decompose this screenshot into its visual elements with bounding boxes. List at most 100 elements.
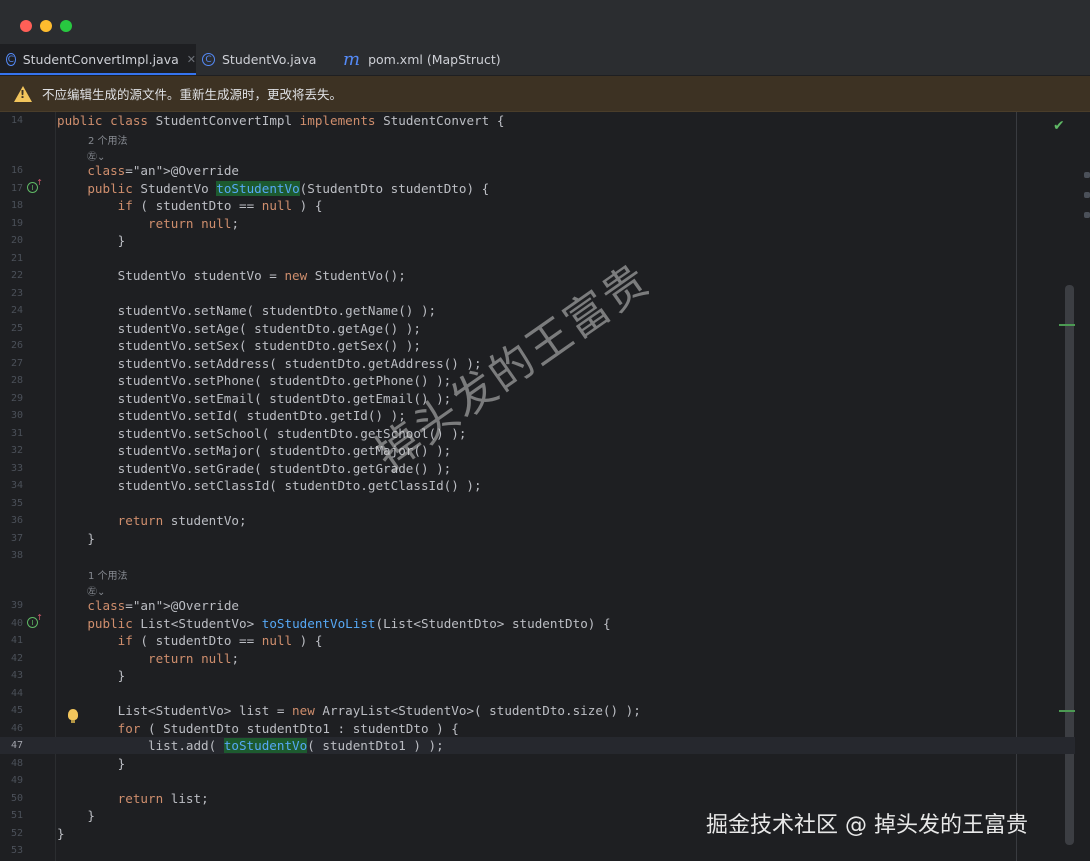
code-text[interactable]: return null; [57,215,239,232]
code-line[interactable]: 32 studentVo.setMajor( studentDto.getMaj… [0,442,1075,459]
code-text[interactable]: List<StudentVo> list = new ArrayList<Stu… [57,702,641,719]
code-line[interactable]: 49 [0,772,1075,789]
code-line[interactable]: 18 if ( studentDto == null ) { [0,197,1075,214]
side-tool-icon[interactable] [1084,212,1090,218]
code-line[interactable]: 34 studentVo.setClassId( studentDto.getC… [0,477,1075,494]
code-text[interactable]: studentVo.setId( studentDto.getId() ); [57,407,406,424]
line-number: 44 [10,687,23,699]
tab-student-convert-impl[interactable]: C StudentConvertImpl.java ✕ [0,44,196,75]
code-line[interactable]: 38 [0,547,1075,564]
code-line[interactable]: 31 studentVo.setSchool( studentDto.getSc… [0,425,1075,442]
code-line[interactable]: 42 return null; [0,650,1075,667]
usages-hint[interactable]: 1 个用法 [88,567,128,582]
close-window-button[interactable] [20,20,32,32]
code-text[interactable]: studentVo.setEmail( studentDto.getEmail(… [57,390,452,407]
tab-pom-xml[interactable]: m pom.xml (MapStruct) [343,44,501,75]
line-number: 33 [10,462,23,474]
code-line[interactable]: 44 [0,685,1075,702]
line-number: 47 [10,740,23,751]
code-text[interactable]: studentVo.setName( studentDto.getName() … [57,302,436,319]
code-line[interactable]: 29 studentVo.setEmail( studentDto.getEma… [0,390,1075,407]
code-line[interactable]: 47 list.add( toStudentVo( studentDto1 ) … [0,737,1075,755]
close-tab-icon[interactable]: ✕ [187,53,196,66]
code-line[interactable]: 39 class="an">@Override [0,597,1075,614]
code-line[interactable]: 17 public StudentVo toStudentVo(StudentD… [0,180,1075,197]
code-line[interactable]: 53 [0,842,1075,859]
code-text[interactable]: return list; [57,790,209,807]
code-text[interactable]: return studentVo; [57,512,247,529]
author-hint-icon[interactable]: ㊧⌄ [87,583,105,598]
code-line[interactable]: 36 return studentVo; [0,512,1075,529]
code-line[interactable]: 22 StudentVo studentVo = new StudentVo()… [0,267,1075,284]
code-line[interactable]: 35 [0,495,1075,512]
code-line[interactable]: 50 return list; [0,790,1075,807]
line-number: 49 [10,775,23,786]
line-number: 50 [10,792,23,804]
line-number: 30 [10,410,23,421]
code-line[interactable]: 37 } [0,530,1075,547]
code-text[interactable]: list.add( toStudentVo( studentDto1 ) ); [57,737,444,754]
code-text[interactable]: } [57,825,65,842]
line-number: 53 [10,845,23,856]
code-text[interactable]: StudentVo studentVo = new StudentVo(); [57,267,406,284]
line-number: 23 [10,287,23,299]
code-text[interactable]: class="an">@Override [57,597,239,614]
code-text[interactable]: for ( StudentDto studentDto1 : studentDt… [57,720,459,737]
code-editor[interactable]: 2 个用法 ㊧⌄ 1 个用法 ㊧⌄ I I ✔ 14public class S… [0,112,1075,861]
tab-student-vo[interactable]: C StudentVo.java [202,44,316,75]
maximize-window-button[interactable] [60,20,72,32]
code-text[interactable]: public StudentVo toStudentVo(StudentDto … [57,180,489,197]
side-tool-icon[interactable] [1084,172,1090,178]
code-text[interactable]: if ( studentDto == null ) { [57,632,323,649]
code-line[interactable]: 43 } [0,667,1075,684]
code-text[interactable]: if ( studentDto == null ) { [57,197,323,214]
line-number: 26 [10,340,23,351]
code-line[interactable]: 19 return null; [0,215,1075,232]
code-text[interactable]: studentVo.setSex( studentDto.getSex() ); [57,337,421,354]
usages-hint[interactable]: 2 个用法 [88,132,128,147]
code-text[interactable]: } [57,667,126,684]
code-line[interactable]: 48 } [0,755,1075,772]
code-line[interactable]: 46 for ( StudentDto studentDto1 : studen… [0,720,1075,737]
code-text[interactable]: public class StudentConvertImpl implemen… [57,112,504,129]
code-line[interactable]: 41 if ( studentDto == null ) { [0,632,1075,649]
author-hint-icon[interactable]: ㊧⌄ [87,148,105,163]
code-text[interactable]: } [57,530,95,547]
line-number: 48 [10,757,23,769]
code-text[interactable]: studentVo.setPhone( studentDto.getPhone(… [57,372,452,389]
tab-label: StudentVo.java [222,52,317,67]
line-number: 25 [10,322,23,334]
code-line[interactable]: 21 [0,250,1075,267]
code-text[interactable]: } [57,807,95,824]
code-text[interactable]: class="an">@Override [57,162,239,179]
code-text[interactable]: } [57,755,126,772]
code-line[interactable]: 14 public class StudentConvertImpl implem… [0,112,1075,129]
code-line[interactable]: 16 class="an">@Override [0,162,1075,179]
code-text[interactable]: studentVo.setAddress( studentDto.getAddr… [57,355,482,372]
line-number: 43 [10,670,23,681]
code-line[interactable]: 20 } [0,232,1075,249]
code-line[interactable]: 45 List<StudentVo> list = new ArrayList<… [0,702,1075,719]
code-line[interactable]: 33 studentVo.setGrade( studentDto.getGra… [0,460,1075,477]
code-line[interactable]: 40 public List<StudentVo> toStudentVoLis… [0,615,1075,632]
line-number: 40 [10,617,23,629]
minimize-window-button[interactable] [40,20,52,32]
code-line[interactable]: 23 [0,285,1075,302]
side-tool-icon[interactable] [1084,192,1090,198]
warning-triangle-icon: ! [14,85,32,102]
line-number: 41 [10,635,23,646]
warning-text: 不应编辑生成的源文件。重新生成源时，更改将丢失。 [42,87,343,102]
editor-tab-bar: C StudentConvertImpl.java ✕ C StudentVo.… [0,44,1090,76]
line-number: 35 [10,497,23,509]
code-line[interactable]: 30 studentVo.setId( studentDto.getId() )… [0,407,1075,424]
generated-file-warning-banner: ! 不应编辑生成的源文件。重新生成源时，更改将丢失。 [0,76,1090,112]
class-c-icon: C [6,53,16,66]
line-number: 21 [10,252,23,264]
code-text[interactable]: studentVo.setClassId( studentDto.getClas… [57,477,482,494]
line-number: 28 [10,375,23,386]
code-text[interactable]: studentVo.setAge( studentDto.getAge() ); [57,320,421,337]
line-number: 46 [10,722,23,734]
code-text[interactable]: } [57,232,126,249]
code-text[interactable]: return null; [57,650,239,667]
code-text[interactable]: public List<StudentVo> toStudentVoList(L… [57,615,610,632]
